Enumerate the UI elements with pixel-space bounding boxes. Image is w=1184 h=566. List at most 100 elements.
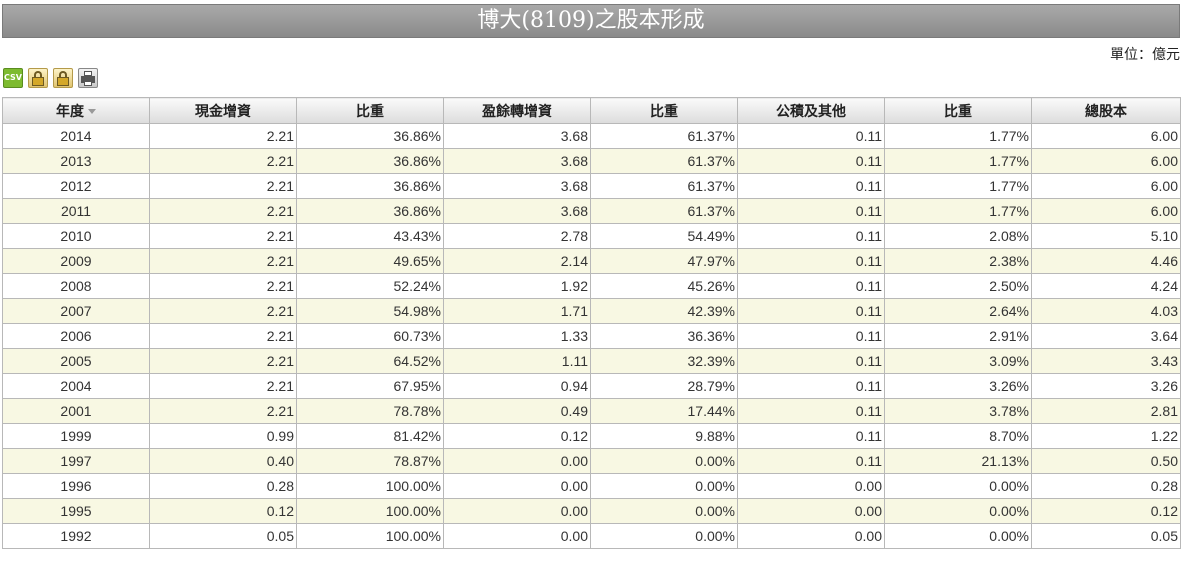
- cell-reserves-other: 0.11: [737, 273, 885, 299]
- cell-reserves-other: 0.11: [737, 248, 885, 274]
- cell-year: 2013: [2, 148, 150, 174]
- table-row: 2010 2.21 43.43% 2.78 54.49% 0.11 2.08% 5.10: [2, 223, 1181, 249]
- cell-ratio-reserves: 3.09%: [884, 348, 1032, 374]
- unit-label: 單位：億元: [1110, 47, 1180, 63]
- cell-total-capital: 4.03: [1031, 298, 1181, 324]
- header-year[interactable]: 年度: [2, 97, 150, 124]
- cell-ratio-earnings: 61.37%: [590, 198, 738, 224]
- table-row: 1999 0.99 81.42% 0.12 9.88% 0.11 8.70% 1.22: [2, 423, 1181, 449]
- header-ratio-cash: 比重: [296, 97, 444, 124]
- cell-ratio-earnings: 54.49%: [590, 223, 738, 249]
- cell-total-capital: 0.05: [1031, 523, 1181, 549]
- cell-ratio-reserves: 2.50%: [884, 273, 1032, 299]
- cell-ratio-cash: 64.52%: [296, 348, 444, 374]
- table-row: 1997 0.40 78.87% 0.00 0.00% 0.11 21.13% 0.50: [2, 448, 1181, 474]
- header-reserves-other: 公積及其他: [737, 97, 885, 124]
- cell-reserves-other: 0.00: [737, 473, 885, 499]
- cell-ratio-reserves: 8.70%: [884, 423, 1032, 449]
- cell-ratio-cash: 52.24%: [296, 273, 444, 299]
- cell-ratio-earnings: 45.26%: [590, 273, 738, 299]
- cell-earnings-transfer: 0.00: [443, 523, 591, 549]
- lock-button-1[interactable]: [28, 68, 48, 88]
- cell-total-capital: 6.00: [1031, 173, 1181, 199]
- cell-ratio-reserves: 0.00%: [884, 498, 1032, 524]
- cell-ratio-earnings: 42.39%: [590, 298, 738, 324]
- cell-earnings-transfer: 1.11: [443, 348, 591, 374]
- cell-reserves-other: 0.11: [737, 298, 885, 324]
- cell-ratio-earnings: 28.79%: [590, 373, 738, 399]
- cell-reserves-other: 0.11: [737, 173, 885, 199]
- cell-total-capital: 0.28: [1031, 473, 1181, 499]
- cell-ratio-cash: 100.00%: [296, 523, 444, 549]
- cell-reserves-other: 0.11: [737, 373, 885, 399]
- cell-ratio-reserves: 1.77%: [884, 173, 1032, 199]
- cell-reserves-other: 0.11: [737, 323, 885, 349]
- cell-ratio-cash: 78.78%: [296, 398, 444, 424]
- cell-total-capital: 0.50: [1031, 448, 1181, 474]
- cell-earnings-transfer: 3.68: [443, 123, 591, 149]
- cell-cash-increase: 0.05: [149, 523, 297, 549]
- cell-earnings-transfer: 0.00: [443, 448, 591, 474]
- capital-formation-table: 年度 現金增資 比重 盈餘轉增資 比重 公積及其他 比重 總股本 2014 2.2…: [2, 97, 1181, 549]
- lock-button-2[interactable]: [53, 68, 73, 88]
- cell-ratio-cash: 36.86%: [296, 123, 444, 149]
- cell-cash-increase: 2.21: [149, 223, 297, 249]
- cell-ratio-reserves: 1.77%: [884, 198, 1032, 224]
- cell-reserves-other: 0.11: [737, 398, 885, 424]
- cell-reserves-other: 0.11: [737, 123, 885, 149]
- cell-total-capital: 6.00: [1031, 198, 1181, 224]
- cell-earnings-transfer: 0.49: [443, 398, 591, 424]
- cell-cash-increase: 0.99: [149, 423, 297, 449]
- table-row: 1995 0.12 100.00% 0.00 0.00% 0.00 0.00% 0.12: [2, 498, 1181, 524]
- cell-cash-increase: 2.21: [149, 248, 297, 274]
- csv-icon: CSV: [4, 73, 22, 82]
- sort-desc-icon: [88, 109, 96, 115]
- cell-reserves-other: 0.11: [737, 448, 885, 474]
- cell-total-capital: 2.81: [1031, 398, 1181, 424]
- cell-ratio-cash: 60.73%: [296, 323, 444, 349]
- table-row: 2009 2.21 49.65% 2.14 47.97% 0.11 2.38% 4.46: [2, 248, 1181, 274]
- cell-ratio-earnings: 61.37%: [590, 148, 738, 174]
- cell-year: 1999: [2, 423, 150, 449]
- cell-ratio-cash: 36.86%: [296, 148, 444, 174]
- cell-earnings-transfer: 2.14: [443, 248, 591, 274]
- cell-total-capital: 4.46: [1031, 248, 1181, 274]
- cell-ratio-reserves: 1.77%: [884, 148, 1032, 174]
- table-row: 1996 0.28 100.00% 0.00 0.00% 0.00 0.00% 0.28: [2, 473, 1181, 499]
- cell-ratio-cash: 43.43%: [296, 223, 444, 249]
- cell-year: 2014: [2, 123, 150, 149]
- cell-total-capital: 3.43: [1031, 348, 1181, 374]
- print-button[interactable]: [78, 68, 98, 88]
- table-row: 2007 2.21 54.98% 1.71 42.39% 0.11 2.64% 4.03: [2, 298, 1181, 324]
- csv-export-button[interactable]: CSV: [3, 68, 23, 88]
- cell-cash-increase: 2.21: [149, 198, 297, 224]
- cell-ratio-cash: 49.65%: [296, 248, 444, 274]
- table-row: 2011 2.21 36.86% 3.68 61.37% 0.11 1.77% 6.00: [2, 198, 1181, 224]
- cell-cash-increase: 2.21: [149, 323, 297, 349]
- cell-cash-increase: 2.21: [149, 398, 297, 424]
- cell-reserves-other: 0.00: [737, 523, 885, 549]
- cell-ratio-earnings: 32.39%: [590, 348, 738, 374]
- cell-ratio-reserves: 2.91%: [884, 323, 1032, 349]
- header-total-capital: 總股本: [1031, 97, 1181, 124]
- cell-ratio-earnings: 61.37%: [590, 173, 738, 199]
- cell-ratio-earnings: 0.00%: [590, 448, 738, 474]
- cell-ratio-earnings: 0.00%: [590, 473, 738, 499]
- cell-total-capital: 1.22: [1031, 423, 1181, 449]
- cell-year: 2005: [2, 348, 150, 374]
- cell-cash-increase: 2.21: [149, 123, 297, 149]
- table-row: 2012 2.21 36.86% 3.68 61.37% 0.11 1.77% 6.00: [2, 173, 1181, 199]
- table-row: 2006 2.21 60.73% 1.33 36.36% 0.11 2.91% 3.64: [2, 323, 1181, 349]
- table-row: 2013 2.21 36.86% 3.68 61.37% 0.11 1.77% 6.00: [2, 148, 1181, 174]
- header-earnings-transfer: 盈餘轉增資: [443, 97, 591, 124]
- cell-year: 2011: [2, 198, 150, 224]
- cell-cash-increase: 2.21: [149, 373, 297, 399]
- cell-year: 1992: [2, 523, 150, 549]
- cell-ratio-reserves: 2.64%: [884, 298, 1032, 324]
- cell-ratio-earnings: 17.44%: [590, 398, 738, 424]
- cell-ratio-reserves: 0.00%: [884, 523, 1032, 549]
- cell-year: 2010: [2, 223, 150, 249]
- cell-earnings-transfer: 3.68: [443, 148, 591, 174]
- cell-total-capital: 5.10: [1031, 223, 1181, 249]
- cell-ratio-earnings: 47.97%: [590, 248, 738, 274]
